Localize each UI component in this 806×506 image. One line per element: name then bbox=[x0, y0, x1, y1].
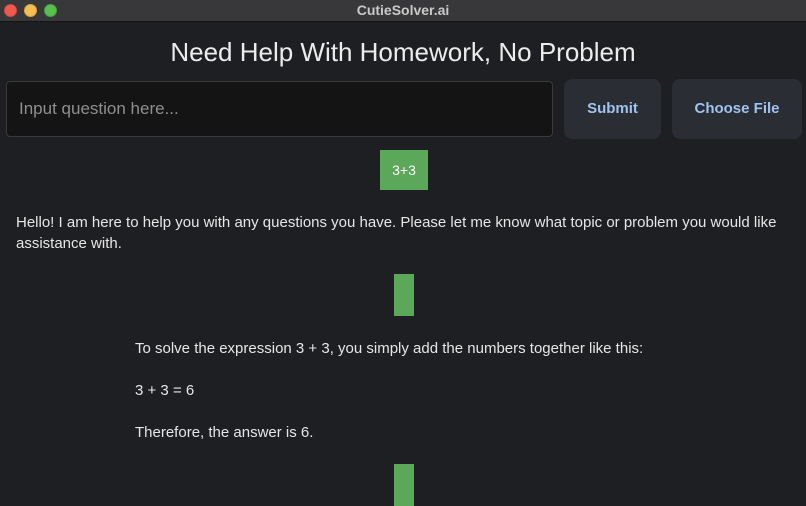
assistant-message-text: To solve the expression 3 + 3, you simpl… bbox=[135, 340, 644, 357]
assistant-message-text: 3 + 3 = 6 bbox=[135, 382, 195, 399]
title-bar[interactable]: CutieSolver.ai bbox=[0, 0, 806, 22]
page-title: Need Help With Homework, No Problem bbox=[170, 37, 636, 67]
assistant-message-text: Hello! I am here to help you with any qu… bbox=[16, 214, 777, 252]
choose-file-button[interactable]: Choose File bbox=[672, 79, 802, 139]
question-input[interactable] bbox=[6, 81, 553, 137]
user-message bbox=[394, 464, 414, 506]
assistant-message: Hello! I am here to help you with any qu… bbox=[16, 212, 796, 254]
app-window: CutieSolver.ai Need Help With Homework, … bbox=[0, 0, 806, 506]
assistant-message-text: Therefore, the answer is 6. bbox=[135, 424, 314, 441]
user-message bbox=[394, 274, 414, 316]
submit-button[interactable]: Submit bbox=[564, 79, 661, 139]
window-title: CutieSolver.ai bbox=[356, 2, 450, 18]
user-message: 3+3 bbox=[380, 150, 428, 190]
assistant-message: To solve the expression 3 + 3, you simpl… bbox=[135, 338, 755, 464]
